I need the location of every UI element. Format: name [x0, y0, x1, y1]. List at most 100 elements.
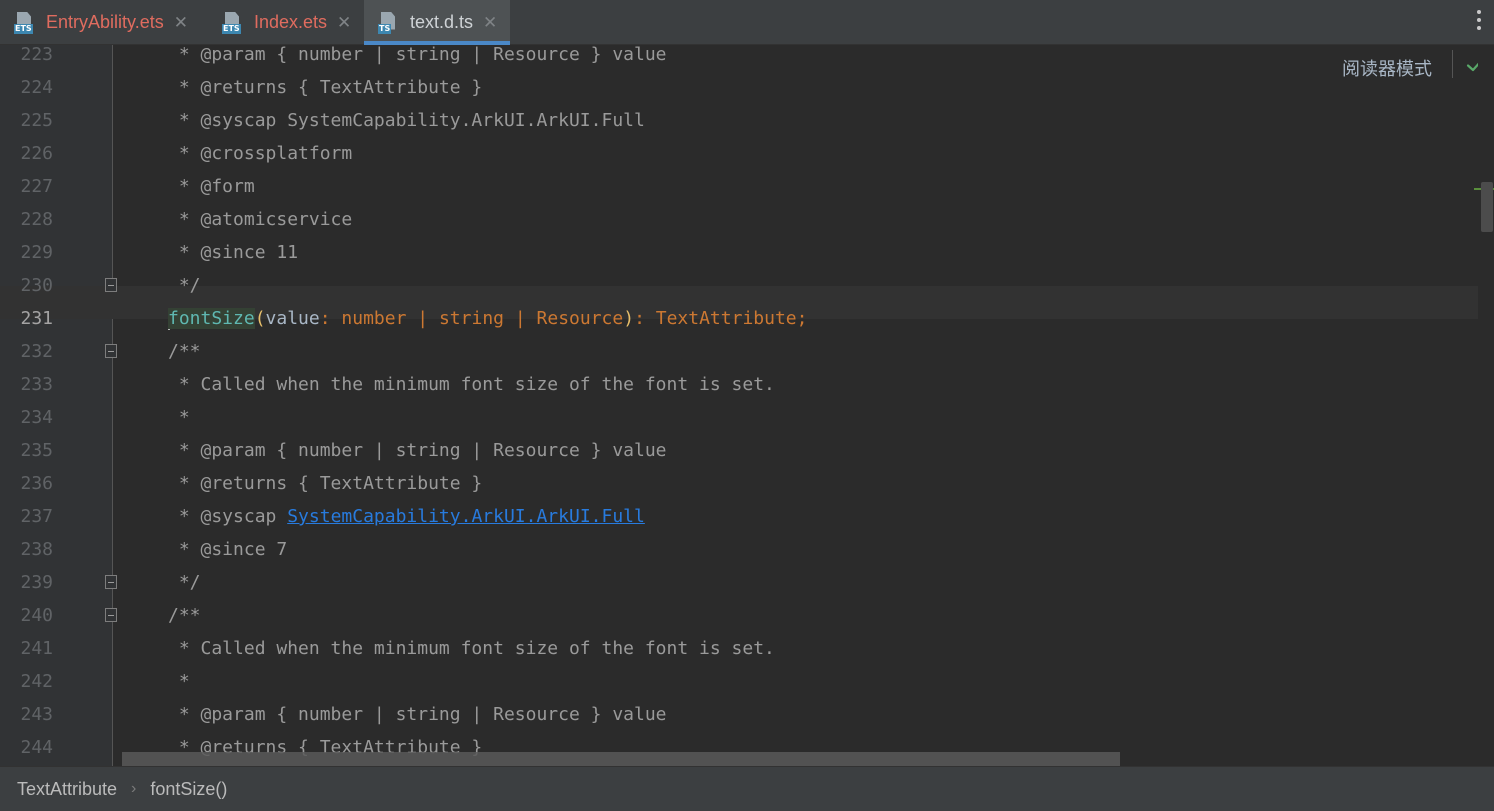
- close-icon[interactable]: ✕: [337, 13, 351, 33]
- line-number: 237: [20, 506, 53, 527]
- line-number: 239: [20, 572, 53, 593]
- code-line[interactable]: 224 * @returns { TextAttribute }: [0, 71, 1478, 104]
- code-line[interactable]: 229 * @since 11: [0, 236, 1478, 269]
- vertical-scrollbar[interactable]: [1478, 45, 1494, 766]
- line-number: 243: [20, 704, 53, 725]
- code-text: /**: [168, 335, 201, 368]
- code-line[interactable]: 235 * @param { number | string | Resourc…: [0, 434, 1478, 467]
- code-line[interactable]: 240 /**: [0, 599, 1478, 632]
- code-line[interactable]: 237 * @syscap SystemCapability.ArkUI.Ark…: [0, 500, 1478, 533]
- code-text: * @atomicservice: [168, 203, 352, 236]
- code-text: * @param { number | string | Resource } …: [168, 38, 667, 71]
- horizontal-scrollbar[interactable]: [122, 752, 1120, 766]
- doc-link[interactable]: SystemCapability.ArkUI.ArkUI.Full: [287, 506, 645, 527]
- code-text: */: [168, 566, 201, 599]
- code-line[interactable]: 239 */: [0, 566, 1478, 599]
- code-text: * @since 11: [168, 236, 298, 269]
- breadcrumb-item-method[interactable]: fontSize(): [150, 779, 227, 800]
- code-line[interactable]: 225 * @syscap SystemCapability.ArkUI.Ark…: [0, 104, 1478, 137]
- doc-comment-text: * @form: [168, 176, 255, 197]
- paren-open: (: [254, 308, 266, 329]
- code-text: * @param { number | string | Resource } …: [168, 434, 667, 467]
- code-text: fontSize(value: number | string | Resour…: [168, 302, 807, 335]
- ets-file-icon: ETS: [14, 11, 36, 34]
- doc-comment-text: */: [168, 275, 201, 296]
- code-editor[interactable]: 223 * @param { number | string | Resourc…: [0, 38, 1478, 766]
- fold-icon[interactable]: [105, 575, 117, 589]
- close-icon[interactable]: ✕: [483, 13, 497, 33]
- tab-label: EntryAbility.ets: [46, 12, 164, 32]
- code-line[interactable]: 243 * @param { number | string | Resourc…: [0, 698, 1478, 731]
- line-number: 236: [20, 473, 53, 494]
- punctuation: |: [406, 308, 439, 329]
- line-number: 223: [20, 44, 53, 65]
- code-line[interactable]: 236 * @returns { TextAttribute }: [0, 467, 1478, 500]
- ets-file-icon: ETS: [222, 11, 244, 34]
- reader-mode-button[interactable]: 阅读器模式: [1342, 55, 1432, 81]
- type-name: string: [438, 308, 504, 329]
- punctuation: :: [634, 308, 656, 329]
- code-text: * @crossplatform: [168, 137, 352, 170]
- line-number: 244: [20, 737, 53, 758]
- doc-comment-text: * @since 11: [168, 242, 299, 263]
- code-line[interactable]: 238 * @since 7: [0, 533, 1478, 566]
- code-text: * @param { number | string | Resource } …: [168, 698, 667, 731]
- line-number: 232: [20, 341, 53, 362]
- code-line[interactable]: 227 * @form: [0, 170, 1478, 203]
- fold-icon[interactable]: [105, 278, 117, 292]
- line-number: 238: [20, 539, 53, 560]
- doc-comment-text: * @since 7: [168, 539, 288, 560]
- code-line[interactable]: 223 * @param { number | string | Resourc…: [0, 38, 1478, 71]
- line-number: 233: [20, 374, 53, 395]
- more-vertical-icon[interactable]: [1476, 10, 1482, 34]
- code-line[interactable]: 226 * @crossplatform: [0, 137, 1478, 170]
- code-line[interactable]: 230 */: [0, 269, 1478, 302]
- line-number: 225: [20, 110, 53, 131]
- code-line[interactable]: 228 * @atomicservice: [0, 203, 1478, 236]
- code-text: /**: [168, 599, 201, 632]
- doc-comment-text: /**: [168, 341, 201, 362]
- punctuation: |: [504, 308, 537, 329]
- ts-file-icon: TS: [378, 11, 400, 34]
- code-text: * @syscap SystemCapability.ArkUI.ArkUI.F…: [168, 104, 645, 137]
- doc-comment-text: /**: [168, 605, 201, 626]
- scrollbar-thumb[interactable]: [1481, 182, 1493, 232]
- code-text: * Called when the minimum font size of t…: [168, 632, 775, 665]
- code-line[interactable]: 232 /**: [0, 335, 1478, 368]
- type-name: Resource: [536, 308, 624, 329]
- type-name: number: [341, 308, 407, 329]
- code-text: *: [168, 401, 190, 434]
- divider: [1452, 50, 1453, 78]
- code-text: * @syscap SystemCapability.ArkUI.ArkUI.F…: [168, 500, 645, 533]
- fold-icon[interactable]: [105, 344, 117, 358]
- doc-comment-text: * Called when the minimum font size of t…: [168, 638, 775, 659]
- close-icon[interactable]: ✕: [174, 13, 188, 33]
- doc-comment-text: * @atomicservice: [168, 209, 353, 230]
- code-text: * @returns { TextAttribute }: [168, 71, 482, 104]
- code-line[interactable]: 241 * Called when the minimum font size …: [0, 632, 1478, 665]
- code-text: * @form: [168, 170, 255, 203]
- fold-icon[interactable]: [105, 608, 117, 622]
- line-number: 226: [20, 143, 53, 164]
- doc-comment-text: * @syscap: [168, 506, 288, 527]
- doc-comment-text: */: [168, 572, 201, 593]
- line-number: 224: [20, 77, 53, 98]
- doc-comment-text: * Called when the minimum font size of t…: [168, 374, 775, 395]
- line-number: 234: [20, 407, 53, 428]
- method-name: fontSize: [168, 308, 255, 329]
- line-number: 230: [20, 275, 53, 296]
- code-line[interactable]: 233 * Called when the minimum font size …: [0, 368, 1478, 401]
- punctuation: ;: [796, 308, 808, 329]
- punctuation: :: [319, 308, 342, 329]
- code-text: */: [168, 269, 201, 302]
- code-line[interactable]: 242 *: [0, 665, 1478, 698]
- doc-comment-text: * @param { number | string | Resource } …: [168, 440, 667, 461]
- doc-comment-text: * @returns { TextAttribute }: [168, 473, 483, 494]
- code-line[interactable]: 234 *: [0, 401, 1478, 434]
- line-number: 241: [20, 638, 53, 659]
- line-number: 235: [20, 440, 53, 461]
- code-line[interactable]: 231 fontSize(value: number | string | Res…: [0, 302, 1478, 335]
- code-text: * @since 7: [168, 533, 287, 566]
- breadcrumb-item-class[interactable]: TextAttribute: [17, 779, 117, 800]
- doc-comment-text: * @param { number | string | Resource } …: [168, 704, 667, 725]
